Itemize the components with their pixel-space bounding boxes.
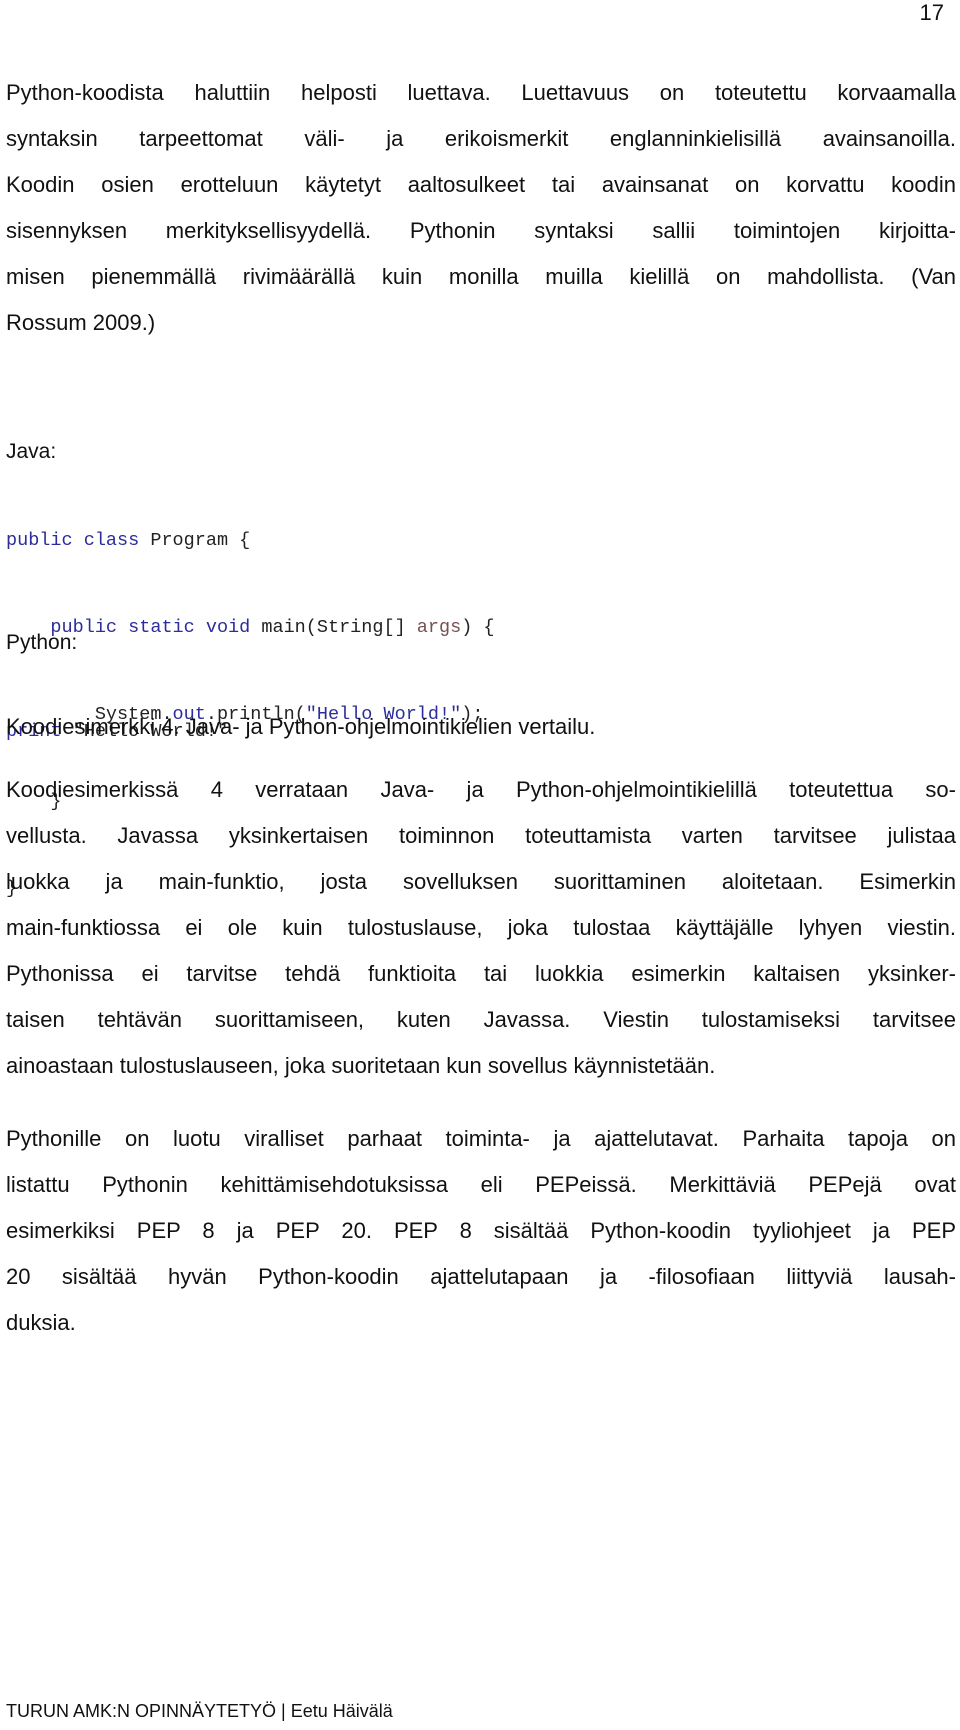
text-line: main-funktiossa ei ole kuin tulostuslaus… <box>6 915 956 940</box>
python-label: Python: <box>6 631 78 654</box>
text-line: misen pienemmällä rivimäärällä kuin moni… <box>6 264 956 289</box>
code-keyword: public static void <box>50 617 251 638</box>
page-footer: TURUN AMK:N OPINNÄYTETYÖ | Eetu Häivälä <box>6 1701 393 1721</box>
code-keyword: public class <box>6 530 140 551</box>
text-line: Pythonille on luotu viralliset parhaat t… <box>6 1126 956 1151</box>
paragraph-java-python-comparison: Koodiesimerkissä 4 verrataan Java- ja Py… <box>6 767 956 1089</box>
page-number: 17 <box>919 0 944 25</box>
text-line: taisen tehtävän suorittamiseen, kuten Ja… <box>6 1007 956 1032</box>
paragraph-pep-guidelines: Pythonille on luotu viralliset parhaat t… <box>6 1116 956 1346</box>
code-text: Program { <box>139 530 251 551</box>
text-line: ainoastaan tulostuslauseen, joka suorite… <box>6 1053 716 1078</box>
paragraph-python-readability: Python-koodista haluttiin helposti luett… <box>6 70 956 346</box>
java-label: Java: <box>6 440 57 463</box>
text-line: listattu Pythonin kehittämisehdotuksissa… <box>6 1172 956 1197</box>
text-line: 20 sisältää hyvän Python-koodin ajattelu… <box>6 1264 956 1289</box>
code-parameter: args <box>416 617 462 638</box>
text-line: Koodiesimerkissä 4 verrataan Java- ja Py… <box>6 777 956 802</box>
text-line: Koodin osien erotteluun käytetyt aaltosu… <box>6 172 956 197</box>
text-line: vellusta. Javassa yksinkertaisen toiminn… <box>6 823 956 848</box>
text-line: luokka ja main-funktio, josta sovellukse… <box>6 869 956 894</box>
text-line: Rossum 2009.) <box>6 310 156 335</box>
code-text: main(String[] <box>250 617 417 638</box>
code-line: public static void main(String[] args) { <box>6 613 495 642</box>
code-line: public class Program { <box>6 526 495 555</box>
code-example-caption: Koodiesimerkki 4. Java- ja Python-ohjelm… <box>6 714 596 739</box>
text-line: Pythonissa ei tarvitse tehdä funktioita … <box>6 961 956 986</box>
text-line: esimerkiksi PEP 8 ja PEP 20. PEP 8 sisäl… <box>6 1218 956 1243</box>
code-text: ) { <box>461 617 495 638</box>
text-line: sisennyksen merkityksellisyydellä. Pytho… <box>6 218 956 243</box>
text-line: duksia. <box>6 1310 76 1335</box>
text-line: syntaksin tarpeettomat väli- ja erikoism… <box>6 126 956 151</box>
text-line: Python-koodista haluttiin helposti luett… <box>6 80 956 105</box>
